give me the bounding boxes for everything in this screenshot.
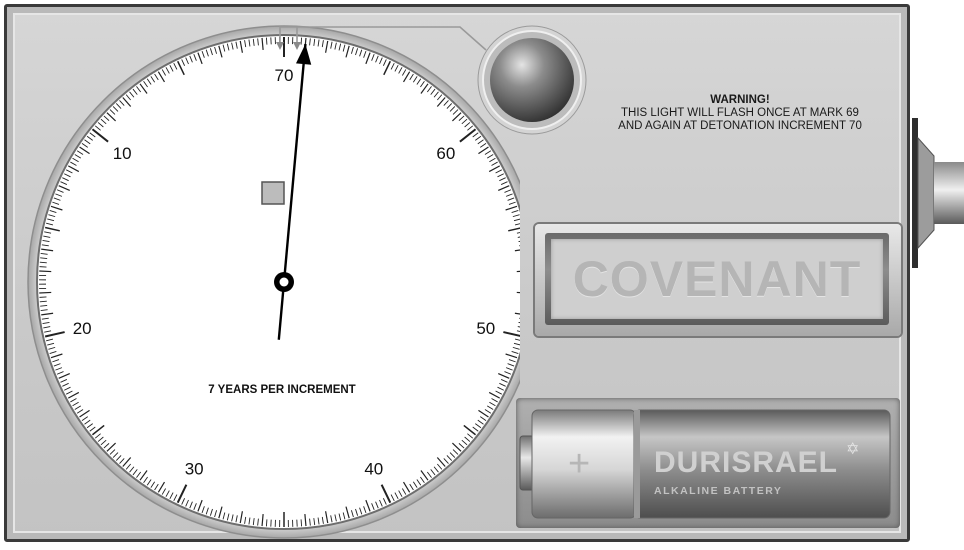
name-plate-text: COVENANT <box>572 251 862 307</box>
dial-tick <box>265 37 268 45</box>
countdown-dial: 70 60 50 40 30 20 10 7 YEARS PER INCREMENT <box>27 25 520 539</box>
dial-label: 50 <box>476 319 495 338</box>
dial-tick <box>39 291 52 294</box>
dial-tick <box>39 261 47 264</box>
warning-light <box>477 25 587 135</box>
dial-label: 20 <box>73 319 92 338</box>
dial-tick <box>300 37 303 45</box>
name-plate: COVENANT <box>535 224 901 336</box>
warning-line-1: THIS LIGHT WILL FLASH ONCE AT MARK 69 <box>621 107 859 119</box>
dial-label: 10 <box>113 144 132 163</box>
warning-line-2: AND AGAIN AT DETONATION INCREMENT 70 <box>618 120 862 132</box>
dial-tick <box>516 291 520 294</box>
side-knob[interactable] <box>912 118 964 268</box>
dial-tick <box>39 270 52 273</box>
warning-title: WARNING! <box>710 94 770 106</box>
battery-brand: DURISRAEL <box>654 446 838 479</box>
dial-label: 70 <box>275 66 294 85</box>
warning-text: WARNING! THIS LIGHT WILL FLASH ONCE AT M… <box>590 94 890 133</box>
battery-type: ALKALINE BATTERY <box>654 485 782 497</box>
dial-tick <box>300 519 303 527</box>
dial-tick <box>39 300 47 303</box>
dial-tick <box>516 270 520 273</box>
star-of-david-icon: ✡ <box>846 439 859 458</box>
dial-label: 40 <box>364 460 383 479</box>
dial-label: 60 <box>436 144 455 163</box>
indicator-square <box>261 181 285 205</box>
battery[interactable]: + DURISRAEL ✡ ALKALINE BATTERY <box>518 402 898 524</box>
dial-caption: 7 YEARS PER INCREMENT <box>208 384 355 396</box>
plus-icon: + <box>568 443 590 485</box>
dial-tick <box>265 519 268 527</box>
dial-label: 30 <box>185 460 204 479</box>
